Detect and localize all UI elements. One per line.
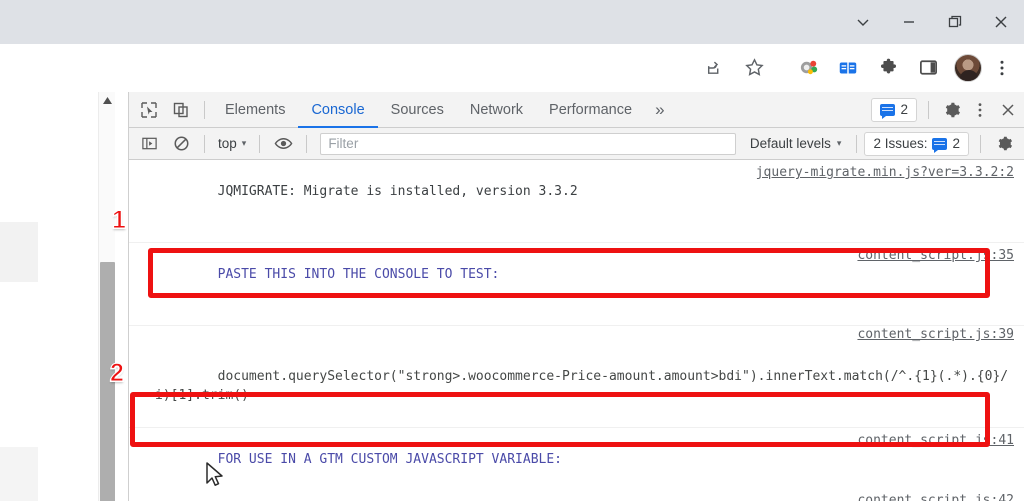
console-toolbar-divider-3 — [306, 134, 308, 153]
log-levels-select[interactable]: Default levels ▾ — [742, 136, 850, 151]
tab-elements[interactable]: Elements — [212, 92, 298, 128]
scroll-up-arrow-icon[interactable] — [99, 92, 116, 109]
devtools-tabbar: Elements Console Sources Network Perform… — [129, 92, 1024, 128]
side-panel-icon[interactable] — [908, 48, 948, 88]
console-source-link[interactable]: content_script.js:42 — [857, 491, 1014, 501]
minimize-button[interactable] — [886, 0, 932, 44]
inspect-element-icon[interactable] — [135, 96, 163, 124]
bookmark-star-icon[interactable] — [734, 48, 774, 88]
tab-console[interactable]: Console — [298, 92, 377, 128]
console-message-text: JQMIGRATE: Migrate is installed, version… — [217, 184, 578, 199]
execution-context-label: top — [218, 136, 237, 151]
extensions-puzzle-icon[interactable] — [868, 48, 908, 88]
page-placeholder-block-bottom — [0, 447, 38, 501]
extension-colored-icon[interactable] — [788, 48, 828, 88]
console-source-link[interactable]: content_script.js:35 — [857, 246, 1014, 265]
console-log-area[interactable]: JQMIGRATE: Migrate is installed, version… — [129, 160, 1024, 501]
devtools-settings-gear-icon[interactable] — [938, 96, 966, 124]
issues-button[interactable]: 2 Issues: 2 — [864, 131, 969, 156]
execution-context-select[interactable]: top ▾ — [212, 136, 252, 151]
tab-performance[interactable]: Performance — [536, 92, 645, 128]
console-source-link[interactable]: jquery-migrate.min.js?ver=3.3.2:2 — [756, 163, 1014, 182]
tab-sources[interactable]: Sources — [378, 92, 457, 128]
console-row-test-snippet[interactable]: content_script.js:39 document.querySelec… — [129, 326, 1024, 428]
screenshot-root: Elements Console Sources Network Perform… — [0, 0, 1024, 501]
console-row-jqmigrate[interactable]: JQMIGRATE: Migrate is installed, version… — [129, 160, 1024, 243]
devtools-panel: Elements Console Sources Network Perform… — [128, 92, 1024, 501]
chevron-down-icon-levels: ▾ — [836, 138, 842, 148]
console-row-paste-this[interactable]: PASTE THIS INTO THE CONSOLE TO TEST: con… — [129, 243, 1024, 326]
console-toolbar-divider-4 — [856, 134, 858, 153]
page-placeholder-block-top — [0, 222, 38, 282]
page-scrollbar[interactable] — [98, 92, 115, 501]
mouse-cursor-icon — [206, 462, 228, 497]
console-message-text: document.querySelector("strong>.woocomme… — [155, 369, 1009, 403]
console-message-text: FOR USE IN A GTM CUSTOM JAVASCRIPT VARIA… — [217, 452, 562, 467]
console-source-link[interactable]: content_script.js:41 — [857, 431, 1014, 450]
restore-button[interactable] — [932, 0, 978, 44]
log-levels-label: Default levels — [749, 136, 831, 151]
profile-avatar[interactable] — [948, 48, 988, 88]
tabbar-divider-2 — [928, 100, 929, 119]
console-message-text: PASTE THIS INTO THE CONSOLE TO TEST: — [217, 267, 500, 282]
browser-toolbar — [0, 44, 1024, 130]
device-toolbar-icon[interactable] — [167, 96, 195, 124]
window-titlebar — [0, 0, 1024, 44]
messages-badge[interactable]: 2 — [871, 97, 917, 122]
reading-list-icon[interactable] — [828, 48, 868, 88]
console-toolbar-divider-2 — [259, 134, 261, 153]
tabbar-divider — [204, 100, 205, 119]
clear-console-icon[interactable] — [167, 130, 195, 158]
issues-bubble-icon — [932, 137, 948, 153]
live-expression-eye-icon[interactable] — [269, 130, 297, 158]
more-tabs-icon[interactable]: » — [645, 92, 674, 128]
close-window-button[interactable] — [978, 0, 1024, 44]
messages-count: 2 — [900, 102, 908, 117]
annotation-number-1: 1 — [112, 206, 127, 235]
console-source-link[interactable]: content_script.js:39 — [857, 325, 1014, 344]
chevron-down-icon: ▾ — [241, 138, 247, 148]
issues-count: 2 — [952, 136, 960, 151]
filter-input[interactable]: Filter — [320, 132, 736, 155]
devtools-close-icon[interactable] — [994, 96, 1022, 124]
issues-label: 2 Issues: — [873, 136, 928, 151]
avatar — [954, 53, 982, 82]
console-toolbar-divider-5 — [980, 134, 981, 153]
console-settings-gear-icon[interactable] — [990, 130, 1018, 158]
console-toolbar-divider — [204, 134, 205, 153]
annotation-number-2: 2 — [110, 359, 125, 388]
browser-menu-icon[interactable] — [988, 48, 1016, 88]
devtools-menu-icon[interactable] — [970, 96, 990, 124]
tab-search-chevron-icon[interactable] — [840, 0, 886, 44]
console-toolbar: top ▾ Filter Default levels ▾ 2 Issues: … — [129, 128, 1024, 160]
tab-network[interactable]: Network — [457, 92, 536, 128]
share-icon[interactable] — [692, 48, 732, 88]
message-bubble-icon — [880, 103, 896, 119]
console-sidebar-icon[interactable] — [135, 130, 163, 158]
